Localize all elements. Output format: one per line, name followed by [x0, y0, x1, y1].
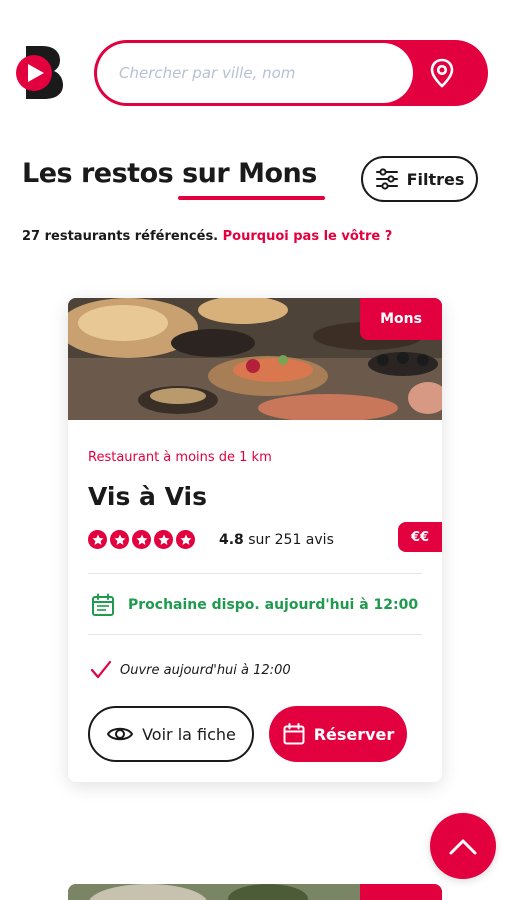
star-icon	[132, 530, 151, 549]
price-badge: €€	[398, 522, 442, 552]
star-icon	[88, 530, 107, 549]
city-badge	[360, 884, 442, 900]
title-underline	[178, 196, 325, 200]
star-icon	[176, 530, 195, 549]
brand-logo[interactable]	[12, 44, 64, 100]
divider	[88, 573, 422, 574]
view-details-label: Voir la fiche	[142, 724, 236, 744]
opening-info: Ouvre aujourd'hui à 12:00	[90, 660, 291, 680]
search-input[interactable]	[97, 43, 413, 103]
book-label: Réserver	[313, 724, 395, 744]
add-restaurant-link[interactable]: Pourquoi pas le vôtre ?	[223, 229, 393, 244]
filters-label: Filtres	[406, 169, 465, 189]
calendar-icon	[92, 593, 114, 616]
divider	[88, 634, 422, 635]
city-badge: Mons	[360, 298, 442, 340]
location-pin-icon[interactable]	[426, 57, 458, 89]
rating-stars	[88, 530, 195, 549]
rating-summary: 4.8 sur 251 avis	[219, 532, 334, 548]
search-bar	[94, 40, 488, 106]
star-icon	[154, 530, 173, 549]
eye-icon	[106, 727, 134, 741]
distance-label: Restaurant à moins de 1 km	[88, 450, 272, 465]
next-availability-label: Prochaine dispo. aujourd'hui à 12:00	[128, 597, 419, 613]
restaurant-card[interactable]: Mons Restaurant à moins de 1 km Vis à Vi…	[68, 298, 442, 782]
book-button[interactable]: Réserver	[269, 706, 407, 762]
filters-button[interactable]: Filtres	[361, 156, 478, 202]
restaurant-card[interactable]	[68, 884, 442, 900]
opening-label: Ouvre aujourd'hui à 12:00	[120, 662, 291, 678]
calendar-icon	[283, 723, 305, 745]
sliders-icon	[375, 168, 398, 190]
rating-value: 4.8	[219, 532, 244, 548]
view-details-button[interactable]: Voir la fiche	[88, 706, 254, 762]
star-icon	[110, 530, 129, 549]
results-count: 27 restaurants référencés. Pourquoi pas …	[22, 229, 392, 244]
results-count-text: 27 restaurants référencés.	[22, 229, 219, 244]
next-availability: Prochaine dispo. aujourd'hui à 12:00	[90, 592, 418, 618]
page-title: Les restos sur Mons	[22, 158, 317, 189]
check-icon	[90, 660, 112, 679]
restaurant-name[interactable]: Vis à Vis	[88, 482, 207, 511]
chevron-up-icon	[449, 839, 477, 855]
brand-b-play-logo-icon	[16, 46, 63, 99]
scroll-to-top-button[interactable]	[430, 813, 496, 879]
rating-count: sur 251 avis	[248, 532, 334, 548]
